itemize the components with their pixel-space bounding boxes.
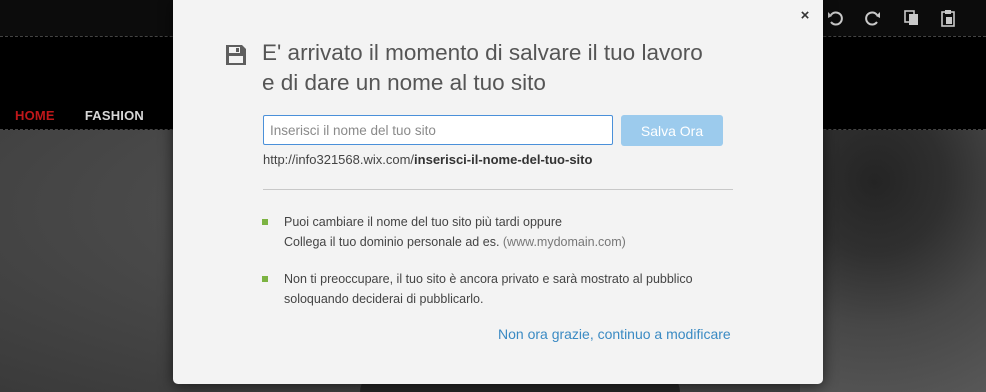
paste-icon[interactable] (934, 4, 962, 32)
skip-link[interactable]: Non ora grazie, continuo a modificare (498, 326, 731, 342)
site-nav: HOME FASHION (15, 108, 144, 123)
site-name-input[interactable] (263, 115, 613, 145)
save-now-button[interactable]: Salva Ora (621, 115, 723, 146)
dialog-title: E' arrivato il momento di salvare il tuo… (262, 38, 782, 98)
redo-icon[interactable] (858, 4, 886, 32)
nav-item-fashion[interactable]: FASHION (85, 108, 144, 123)
undo-icon[interactable] (822, 4, 850, 32)
info-privacy-line1: Non ti preoccupare, il tuo sito è ancora… (284, 272, 693, 286)
info-privacy: Non ti preoccupare, il tuo sito è ancora… (284, 269, 693, 309)
info-change-name-line2: Collega il tuo dominio personale ad es. … (284, 232, 626, 252)
copy-icon[interactable] (898, 4, 926, 32)
info-privacy-line2: soloquando deciderai di pubblicarlo. (284, 292, 484, 306)
site-url-slug: inserisci-il-nome-del-tuo-sito (414, 152, 593, 167)
save-icon (226, 45, 246, 65)
bullet-icon (262, 219, 268, 225)
dialog-title-line2: e di dare un nome al tuo sito (262, 70, 546, 95)
dialog-title-line1: E' arrivato il momento di salvare il tuo… (262, 40, 703, 65)
site-url: http://info321568.wix.com/inserisci-il-n… (263, 152, 592, 167)
close-button[interactable]: × (795, 5, 815, 25)
bullet-icon (262, 276, 268, 282)
nav-item-home[interactable]: HOME (15, 108, 55, 123)
info-change-name-line1: Puoi cambiare il nome del tuo sito più t… (284, 215, 562, 229)
info-domain-text: Collega il tuo dominio personale ad es. (284, 235, 503, 249)
site-url-prefix: http://info321568.wix.com/ (263, 152, 415, 167)
divider (263, 189, 733, 190)
save-site-dialog: × E' arrivato il momento di salvare il t… (173, 0, 823, 384)
hero-photo-hair (800, 130, 986, 392)
info-domain-example: (www.mydomain.com) (502, 235, 626, 249)
info-change-name: Puoi cambiare il nome del tuo sito più t… (284, 212, 626, 252)
